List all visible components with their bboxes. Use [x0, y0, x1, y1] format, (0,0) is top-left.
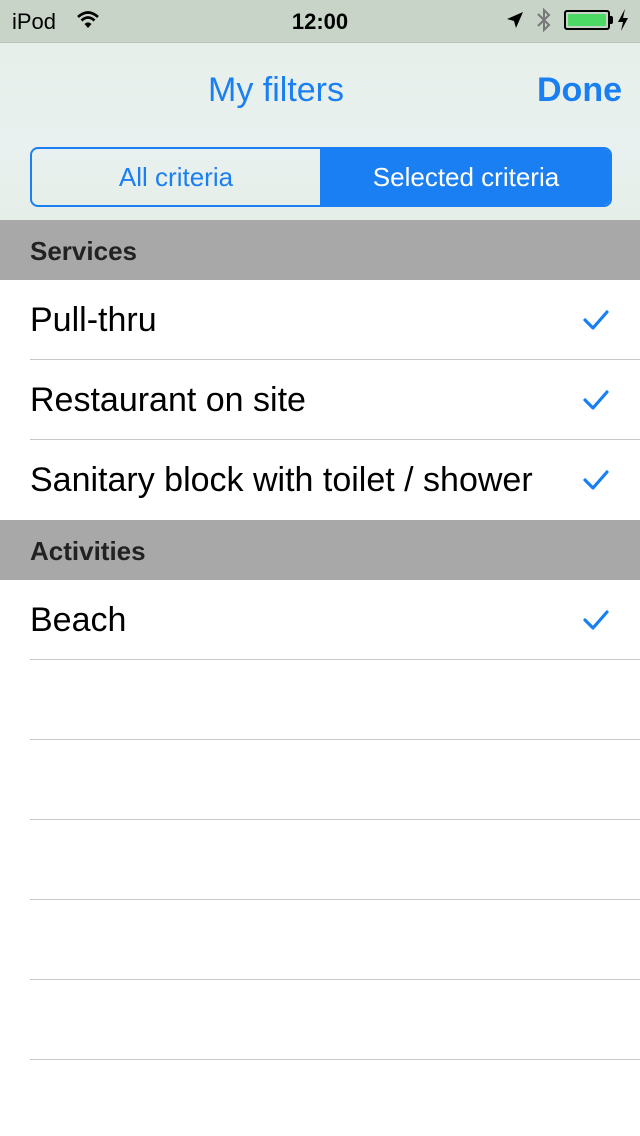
checkmark-icon: [583, 310, 609, 330]
checkmark-icon: [583, 610, 609, 630]
battery-level: [568, 14, 606, 26]
bluetooth-icon: [537, 7, 551, 33]
list-item[interactable]: Restaurant on site: [0, 360, 640, 440]
nav-bar: My filters Done All criteria Selected cr…: [0, 42, 640, 220]
list-item-label: Sanitary block with toilet / shower: [30, 461, 533, 499]
list-item-label: Pull-thru: [30, 301, 157, 339]
section-header-activities: Activities: [0, 520, 640, 580]
location-arrow-icon: [507, 12, 523, 28]
list-item[interactable]: Beach: [0, 580, 640, 660]
segment-all-criteria[interactable]: All criteria: [32, 149, 320, 205]
list-item[interactable]: Sanitary block with toilet / shower: [0, 440, 640, 520]
list-item-label: Restaurant on site: [30, 381, 306, 419]
checkmark-icon: [583, 470, 609, 490]
checkmark-icon: [583, 390, 609, 410]
empty-row: [0, 820, 640, 900]
page-title: My filters: [208, 71, 344, 109]
battery-icon: [564, 10, 610, 30]
status-bar: iPod 12:00: [0, 0, 640, 42]
empty-row: [0, 900, 640, 980]
criteria-segmented-control: All criteria Selected criteria: [30, 147, 612, 207]
battery-tip: [610, 16, 613, 24]
segment-selected-criteria[interactable]: Selected criteria: [320, 149, 610, 205]
list-item-label: Beach: [30, 601, 127, 639]
filters-table: Services Pull-thru Restaurant on site Sa…: [0, 220, 640, 1060]
empty-row: [0, 980, 640, 1060]
done-button[interactable]: Done: [537, 71, 622, 110]
list-item[interactable]: Pull-thru: [0, 280, 640, 360]
empty-row: [0, 660, 640, 740]
section-header-services: Services: [0, 220, 640, 280]
charging-bolt-icon: [618, 9, 628, 31]
empty-row: [0, 740, 640, 820]
row-separator: [30, 1059, 640, 1060]
